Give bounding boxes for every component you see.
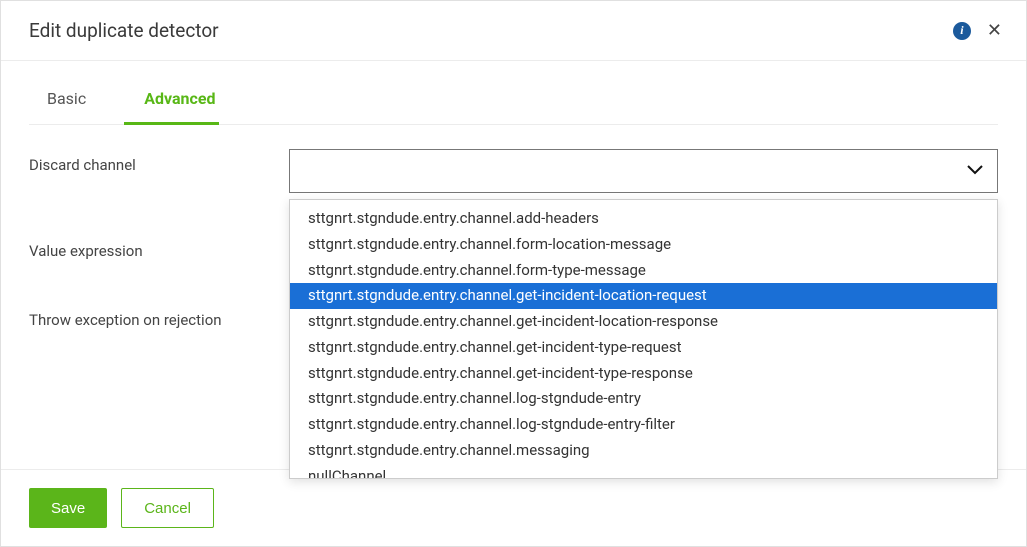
row-discard-channel: Discard channel sttgnrt.stgndude.entry.c… [29, 149, 998, 193]
cancel-button[interactable]: Cancel [121, 488, 214, 528]
tab-advanced[interactable]: Advanced [124, 89, 219, 125]
dropdown-option[interactable]: sttgnrt.stgndude.entry.channel.get-incid… [290, 283, 997, 309]
label-discard-channel: Discard channel [29, 149, 289, 176]
dropdown-option[interactable]: sttgnrt.stgndude.entry.channel.form-loca… [290, 232, 997, 258]
info-icon[interactable]: i [953, 22, 971, 40]
dropdown-option[interactable]: sttgnrt.stgndude.entry.channel.messaging [290, 438, 997, 464]
dropdown-option[interactable]: sttgnrt.stgndude.entry.channel.get-incid… [290, 309, 997, 335]
discard-channel-dropdown[interactable]: sttgnrt.stgndude.entry.channel.add-heade… [289, 199, 998, 479]
form-area: Discard channel sttgnrt.stgndude.entry.c… [29, 125, 998, 331]
tab-basic[interactable]: Basic [29, 89, 90, 125]
control-discard-channel: sttgnrt.stgndude.entry.channel.add-heade… [289, 149, 998, 193]
dropdown-option[interactable]: sttgnrt.stgndude.entry.channel.add-heade… [290, 206, 997, 232]
dropdown-option[interactable]: sttgnrt.stgndude.entry.channel.get-incid… [290, 335, 997, 361]
dropdown-option[interactable]: sttgnrt.stgndude.entry.channel.log-stgnd… [290, 412, 997, 438]
dropdown-option[interactable]: sttgnrt.stgndude.entry.channel.log-stgnd… [290, 386, 997, 412]
header-icons: i ✕ [953, 22, 1002, 40]
close-icon[interactable]: ✕ [987, 22, 1002, 40]
dialog-body: Basic Advanced Discard channel sttgnrt.s… [1, 61, 1026, 469]
dropdown-option[interactable]: nullChannel [290, 464, 997, 480]
label-throw-exception: Throw exception on rejection [29, 304, 289, 331]
dialog-footer: Save Cancel [1, 469, 1026, 546]
dropdown-option[interactable]: sttgnrt.stgndude.entry.channel.get-incid… [290, 361, 997, 387]
save-button[interactable]: Save [29, 488, 107, 528]
chevron-down-icon [967, 163, 983, 179]
edit-duplicate-detector-dialog: Edit duplicate detector i ✕ Basic Advanc… [0, 0, 1027, 547]
dropdown-option[interactable]: sttgnrt.stgndude.entry.channel.form-type… [290, 258, 997, 284]
label-value-expression: Value expression [29, 235, 289, 262]
dialog-title: Edit duplicate detector [29, 19, 219, 42]
dialog-header: Edit duplicate detector i ✕ [1, 1, 1026, 61]
discard-channel-select[interactable] [289, 149, 998, 193]
tabs: Basic Advanced [29, 61, 998, 125]
